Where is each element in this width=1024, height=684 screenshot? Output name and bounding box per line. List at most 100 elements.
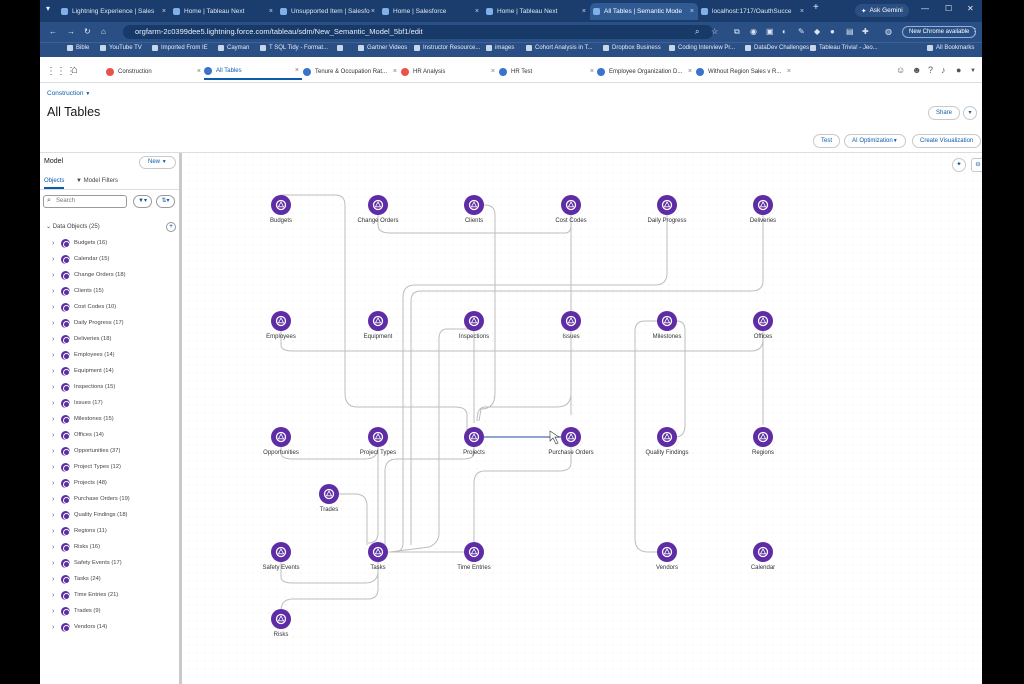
table-node-cost-codes[interactable]: Cost Codes bbox=[555, 195, 587, 224]
relationship-line[interactable] bbox=[280, 331, 764, 352]
table-node-circle[interactable] bbox=[753, 427, 773, 447]
object-list-item[interactable]: › Regions (11) bbox=[52, 525, 107, 537]
chevron-right-icon[interactable]: › bbox=[52, 384, 61, 391]
browser-tab[interactable]: localhost:1717/OauthSucce × bbox=[698, 3, 808, 20]
tab-objects[interactable]: Objects bbox=[44, 178, 65, 189]
browser-tab[interactable]: Lightning Experience | Sales × bbox=[58, 3, 170, 20]
ai-sparkle-icon[interactable]: ✦ bbox=[952, 158, 966, 172]
table-node-risks[interactable]: Risks bbox=[271, 609, 291, 638]
extension-icon[interactable]: ◆ bbox=[814, 27, 820, 36]
chevron-right-icon[interactable]: › bbox=[52, 368, 61, 375]
close-icon[interactable]: × bbox=[582, 8, 586, 15]
bookmark[interactable]: Cayman bbox=[218, 45, 249, 51]
browser-tab[interactable]: Home | Tableau Next × bbox=[170, 3, 277, 20]
zoom-icon[interactable]: ⌕ bbox=[695, 27, 699, 37]
star-icon[interactable]: ☆ bbox=[711, 27, 718, 36]
chevron-down-icon[interactable]: ▼ bbox=[970, 68, 976, 74]
table-node-circle[interactable] bbox=[464, 542, 484, 562]
table-node-circle[interactable] bbox=[368, 427, 388, 447]
tab-model-filters[interactable]: ▼ Model Filters bbox=[76, 178, 118, 184]
ai-optimization-button[interactable]: AI Optimization▼ bbox=[844, 134, 906, 148]
bookmark[interactable]: Coding Interview Pr... bbox=[669, 45, 735, 51]
workspace-tab[interactable]: Construction × bbox=[106, 63, 204, 80]
workspace-tab[interactable]: HR Analysis × bbox=[401, 63, 498, 80]
table-node-circle[interactable] bbox=[271, 542, 291, 562]
minimize-icon[interactable]: — bbox=[921, 4, 929, 13]
workspace-tab[interactable]: Tenure & Occupation Rat... × bbox=[303, 63, 400, 80]
chevron-right-icon[interactable]: › bbox=[52, 560, 61, 567]
filter-button[interactable]: ▼▾ bbox=[133, 195, 152, 208]
profile-avatar-icon[interactable]: ◍ bbox=[885, 27, 892, 36]
relationship-line[interactable] bbox=[473, 447, 572, 545]
table-node-clients[interactable]: Clients bbox=[464, 195, 484, 224]
more-actions-chevron-icon[interactable]: ▾ bbox=[963, 106, 977, 120]
object-list-item[interactable]: › Projects (48) bbox=[52, 477, 107, 489]
ask-gemini-button[interactable]: ✦ Ask Gemini bbox=[855, 4, 909, 17]
chevron-right-icon[interactable]: › bbox=[52, 336, 61, 343]
new-tab-button[interactable]: + bbox=[813, 2, 819, 13]
table-node-circle[interactable] bbox=[753, 311, 773, 331]
chevron-right-icon[interactable]: › bbox=[52, 464, 61, 471]
table-node-circle[interactable] bbox=[368, 311, 388, 331]
chevron-right-icon[interactable]: › bbox=[52, 544, 61, 551]
object-list-item[interactable]: › Vendors (14) bbox=[52, 621, 107, 633]
chevron-right-icon[interactable]: › bbox=[52, 416, 61, 423]
bookmark[interactable]: Bible bbox=[67, 45, 89, 51]
table-node-circle[interactable] bbox=[319, 484, 339, 504]
bookmark[interactable]: Tableau Trivia! - Jeo... bbox=[810, 45, 878, 51]
sort-button[interactable]: ⇅▾ bbox=[156, 195, 175, 208]
workspace-tab[interactable]: Without Region Sales v R... × bbox=[696, 63, 794, 80]
table-node-daily-progress[interactable]: Daily Progress bbox=[647, 195, 687, 224]
object-list-item[interactable]: › Clients (15) bbox=[52, 285, 104, 297]
relationship-line[interactable] bbox=[367, 447, 379, 544]
relationship-line[interactable] bbox=[393, 215, 668, 553]
close-icon[interactable]: × bbox=[590, 68, 597, 75]
breadcrumb[interactable]: Construction ▼ bbox=[47, 90, 90, 97]
table-node-inspections[interactable]: Inspections bbox=[459, 311, 489, 340]
chevron-right-icon[interactable]: › bbox=[52, 496, 61, 503]
bookmark[interactable]: Imported From IE bbox=[152, 45, 208, 51]
table-node-circle[interactable] bbox=[271, 195, 291, 215]
table-node-circle[interactable] bbox=[561, 427, 581, 447]
table-node-circle[interactable] bbox=[753, 542, 773, 562]
add-object-button[interactable]: + bbox=[166, 222, 176, 232]
close-icon[interactable]: × bbox=[371, 8, 375, 15]
relationship-line[interactable] bbox=[280, 562, 379, 629]
table-node-circle[interactable] bbox=[657, 195, 677, 215]
share-button[interactable]: Share bbox=[928, 106, 961, 120]
table-node-vendors[interactable]: Vendors bbox=[656, 542, 678, 571]
close-icon[interactable]: × bbox=[800, 8, 804, 15]
bookmark[interactable]: Cohort Analysis in T... bbox=[526, 45, 593, 51]
browser-tab[interactable]: Home | Salesforce × bbox=[379, 3, 483, 20]
bookmark[interactable]: Instructor Resource... bbox=[414, 45, 480, 51]
extension-icon[interactable]: ▣ bbox=[766, 27, 774, 36]
object-list-item[interactable]: › Deliveries (18) bbox=[52, 333, 111, 345]
close-icon[interactable]: × bbox=[269, 8, 273, 15]
table-node-budgets[interactable]: Budgets bbox=[270, 195, 292, 224]
object-list-item[interactable]: › Offices (14) bbox=[52, 429, 104, 441]
table-node-circle[interactable] bbox=[368, 195, 388, 215]
chevron-right-icon[interactable]: › bbox=[52, 304, 61, 311]
browser-tab-active[interactable]: All Tables | Semantic Mode × bbox=[590, 3, 698, 20]
chevron-right-icon[interactable]: › bbox=[52, 448, 61, 455]
chevron-right-icon[interactable]: › bbox=[52, 624, 61, 631]
object-list-item[interactable]: › Equipment (14) bbox=[52, 365, 114, 377]
table-node-change-orders[interactable]: Change Orders bbox=[357, 195, 399, 224]
table-node-circle[interactable] bbox=[561, 311, 581, 331]
table-node-project-types[interactable]: Project Types bbox=[360, 427, 396, 456]
chevron-right-icon[interactable]: › bbox=[52, 432, 61, 439]
workspace-tab[interactable]: Employee Organization D... × bbox=[597, 63, 695, 80]
object-list-item[interactable]: › Calendar (15) bbox=[52, 253, 109, 265]
bookmark[interactable]: images bbox=[486, 45, 514, 51]
extension-icon[interactable]: ◐ bbox=[782, 27, 787, 36]
object-list-item[interactable]: › Risks (16) bbox=[52, 541, 100, 553]
home-icon[interactable]: ⌂ bbox=[71, 64, 78, 76]
table-node-regions[interactable]: Regions bbox=[752, 427, 774, 456]
relationship-line[interactable] bbox=[410, 215, 764, 545]
object-list-item[interactable]: › Purchase Orders (19) bbox=[52, 493, 130, 505]
object-list-item[interactable]: › Inspections (15) bbox=[52, 381, 115, 393]
close-window-icon[interactable]: ✕ bbox=[967, 4, 974, 13]
notifications-bell-icon[interactable]: ♪ bbox=[941, 65, 946, 75]
relationship-line[interactable] bbox=[384, 443, 475, 545]
table-node-quality-findings[interactable]: Quality Findings bbox=[645, 427, 689, 456]
